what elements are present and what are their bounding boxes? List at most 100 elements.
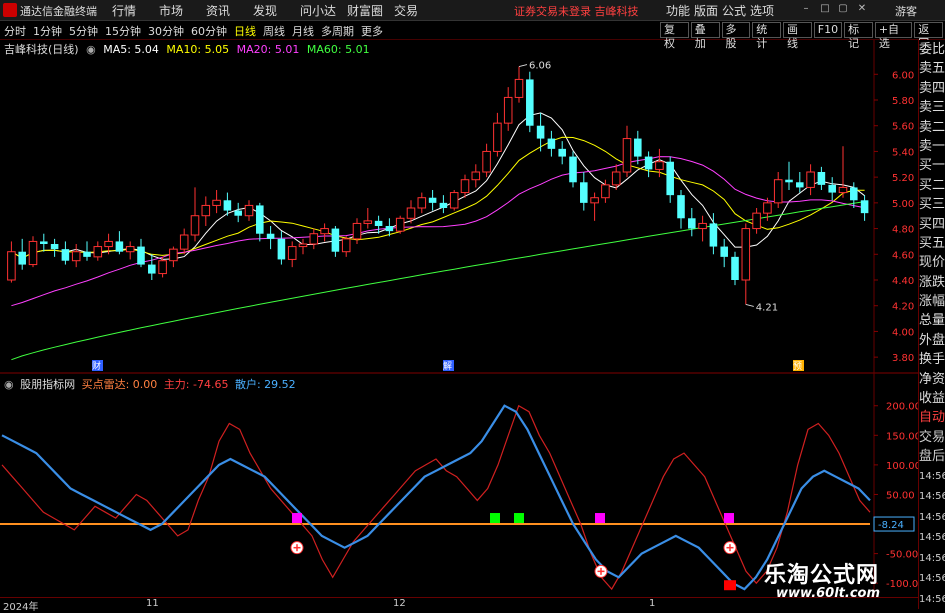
side-panel-item[interactable]: 买五	[919, 234, 945, 253]
side-panel-item[interactable]: 卖四	[919, 79, 945, 98]
indicator-settings-icon[interactable]: ◉	[4, 378, 14, 391]
side-panel-item[interactable]: 涨跌	[919, 273, 945, 292]
menu-item-wealth[interactable]: 财富圈	[347, 2, 394, 19]
minimize-icon[interactable]: –	[801, 4, 811, 14]
side-panel-item[interactable]: 14:56	[919, 528, 945, 549]
menu-item-function[interactable]: 功能	[666, 2, 694, 19]
menu-item-news[interactable]: 资讯	[206, 2, 253, 19]
ind-y-tick-label: -100.00	[886, 579, 918, 590]
side-panel-item[interactable]: 14:56	[919, 549, 945, 570]
side-panel-item[interactable]: 收益	[919, 389, 945, 408]
maximize-icon[interactable]: □	[820, 4, 830, 14]
side-panel-item[interactable]: 卖二	[919, 118, 945, 137]
tool-button[interactable]: 返回	[914, 22, 944, 50]
side-panel-item[interactable]: 买四	[919, 215, 945, 234]
chart-area[interactable]: 6.00 5.80 5.60 5.40 5.20 5.00 4.80 4.60 4.40 4.20…	[0, 40, 918, 597]
menu-item-discover[interactable]: 发现	[253, 2, 300, 19]
side-panel-item[interactable]: 卖三	[919, 98, 945, 117]
y-tick-label: 4.00	[892, 327, 914, 338]
side-panel-item[interactable]: 14:56	[919, 508, 945, 529]
menu-item-trade[interactable]: 交易	[394, 2, 441, 19]
candle-body	[741, 228, 751, 281]
candle-body	[395, 217, 405, 232]
side-panel-item[interactable]: 外盘	[919, 331, 945, 350]
tool-button[interactable]: F10	[813, 22, 843, 38]
menu-item-market[interactable]: 市场	[159, 2, 206, 19]
sell-signal-block	[724, 580, 736, 591]
menu-item-options[interactable]: 选项	[750, 2, 778, 19]
candle-body	[309, 233, 319, 245]
candle-body	[40, 241, 48, 244]
side-panel-item[interactable]: 卖一	[919, 137, 945, 156]
candle-body	[806, 171, 815, 188]
side-panel-item[interactable]: 14:56	[919, 590, 945, 611]
menu-item-formula[interactable]: 公式	[722, 2, 750, 19]
tool-button[interactable]: 叠加	[690, 22, 720, 50]
menu-item-quotes[interactable]: 行情	[112, 2, 159, 19]
period-tab[interactable]: 60分钟	[191, 23, 227, 39]
menu-bar: 通达信金融终端 行情 市场 资讯 发现 问小达 财富圈 交易 证券交易未登录 吉…	[0, 0, 945, 21]
period-tab[interactable]: 周线	[263, 23, 285, 39]
menu-item-ask[interactable]: 问小达	[300, 2, 347, 19]
side-panel-item[interactable]: 买三	[919, 195, 945, 214]
candle-body	[18, 251, 26, 265]
candle-body	[7, 251, 16, 281]
candle-body	[449, 192, 459, 209]
side-panel-item[interactable]: 委比	[919, 40, 945, 59]
candle-body	[655, 161, 664, 170]
date-label: 11	[146, 598, 159, 609]
side-panel-item[interactable]: 净资	[919, 370, 945, 389]
guest-label[interactable]: 游客	[895, 3, 917, 19]
tool-button[interactable]: 统计	[752, 22, 781, 50]
menu-item-layout[interactable]: 版面	[694, 2, 722, 19]
side-panel-item[interactable]: 14:56	[919, 569, 945, 590]
candle-body	[439, 202, 448, 208]
side-panel-item[interactable]: 卖五	[919, 59, 945, 78]
y-tick-label: 4.20	[892, 302, 914, 313]
candle-body	[838, 186, 848, 194]
watermark-url: www.60lt.com	[776, 586, 881, 601]
side-panel-item[interactable]: 14:56	[919, 487, 945, 508]
tool-button[interactable]: 多股	[721, 22, 751, 50]
period-tab[interactable]: 15分钟	[105, 23, 141, 39]
side-panel-item[interactable]: 总量	[919, 311, 945, 330]
side-panel-item[interactable]: 买一	[919, 156, 945, 175]
trade-login-warning[interactable]: 证券交易未登录 吉峰科技	[514, 3, 639, 19]
close-icon[interactable]: ✕	[857, 4, 867, 14]
candle-body	[352, 222, 362, 240]
side-panel-item[interactable]: 自动	[919, 408, 945, 427]
main-menu: 行情 市场 资讯 发现 问小达 财富圈 交易	[112, 2, 441, 19]
value-box-label: -8.24	[878, 520, 904, 531]
candle-body	[482, 150, 491, 173]
candle-body	[590, 197, 599, 204]
candle-body	[688, 218, 696, 229]
indicator-buy-radar: 买点雷达: 0.00	[81, 378, 158, 391]
side-panel-item[interactable]: 盘后	[919, 447, 945, 466]
period-tab[interactable]: 月线	[292, 23, 314, 39]
candle-body	[125, 246, 135, 253]
side-panel-item[interactable]: 14:56	[919, 467, 945, 488]
period-tab[interactable]: 5分钟	[69, 23, 98, 39]
side-panel-item[interactable]: 现价	[919, 253, 945, 272]
period-tab[interactable]: 1分钟	[33, 23, 62, 39]
candle-body	[622, 138, 632, 173]
side-panel-item[interactable]: 买二	[919, 176, 945, 195]
tool-button[interactable]: 复权	[660, 22, 689, 50]
tool-button[interactable]: 标记	[844, 22, 873, 50]
y-tick-label: 5.00	[892, 199, 914, 210]
candle-body	[158, 260, 167, 275]
period-tab[interactable]: 分时	[4, 23, 26, 39]
ind-y-tick-label: 50.00	[886, 490, 915, 501]
side-panel-item[interactable]: 涨幅	[919, 292, 945, 311]
period-tab[interactable]: 30分钟	[148, 23, 184, 39]
side-panel-item[interactable]: 换手	[919, 350, 945, 369]
tool-button[interactable]: +自选	[874, 22, 913, 50]
restore-icon[interactable]: ▢	[838, 4, 848, 14]
indicator-name[interactable]: 股朋指标网	[20, 378, 75, 391]
period-tab[interactable]: 更多	[361, 23, 383, 39]
tool-button[interactable]: 画线	[783, 22, 812, 50]
period-tab[interactable]: 日线	[234, 23, 256, 39]
side-panel-item[interactable]: 交易	[919, 428, 945, 447]
candle-body	[104, 240, 113, 248]
period-tab[interactable]: 多周期	[321, 23, 354, 39]
